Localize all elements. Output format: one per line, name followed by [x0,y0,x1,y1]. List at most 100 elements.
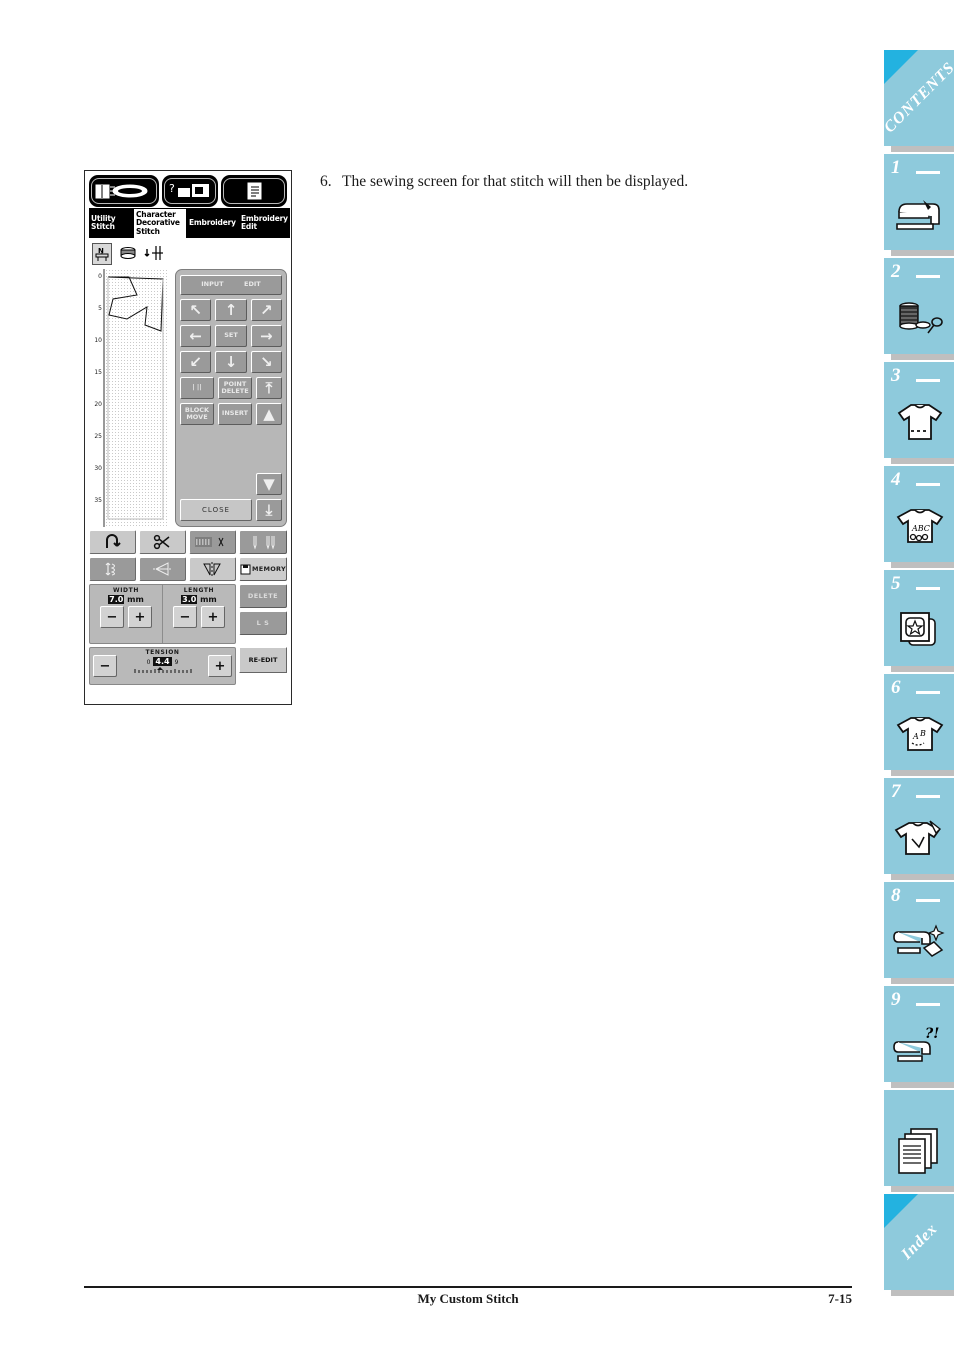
dash-icon [916,795,940,798]
single-double-point-button[interactable]: | || [180,377,214,399]
arrow-left-button[interactable]: ← [180,325,212,347]
tension-value: 4.4 [153,657,172,666]
sidebar-tab-number: 5 [891,573,901,594]
lcd-workspace: 0 5 10 15 20 25 30 35 INPUT EDIT ↖ ↑ ↗ ←… [89,269,287,527]
stitch-pattern-icon-button[interactable] [188,530,236,554]
delete-button[interactable]: DELETE [238,584,287,608]
sidebar-tab-8[interactable]: 8 [884,882,954,978]
tension-values: 0 4.4 9 [146,657,178,666]
sidebar-tab-number: 7 [891,781,901,802]
sewing-machine-icon [884,183,954,245]
thread-cutter-icon-button[interactable] [138,530,186,554]
width-minus-button[interactable]: − [99,606,124,628]
sidebar-tab-5[interactable]: 5 [884,570,954,666]
svg-text:?: ? [169,182,175,195]
instruction-text: The sewing screen for that stitch will t… [342,173,689,190]
arrow-up-button[interactable]: ↑ [215,299,247,321]
edit-action-rows: | || BLOCK MOVE POINT DELETE INSERT ⤒ ▲ [180,377,282,425]
length-minus-button[interactable]: − [172,606,197,628]
reverse-stitch-icon-button[interactable] [89,530,136,554]
arrow-down-right-button[interactable]: ↘ [250,351,282,373]
ruler-mark: 20 [94,401,102,408]
sidebar-tab-3[interactable]: 3 [884,362,954,458]
tension-minus-button[interactable]: − [93,655,117,677]
instruction-number: 6. [320,173,332,190]
tool-right-column: MEMORY DELETE L S [238,530,287,644]
scroll-down-button[interactable]: ▼ [256,473,282,495]
insert-button[interactable]: INSERT [218,403,252,425]
tshirt-stitch-icon [884,391,954,453]
reverse-stitch-icon [106,534,122,548]
sidebar-tab-number: 2 [891,261,901,282]
sidebar-tab-1[interactable]: 1 [884,154,954,250]
tab-embroidery[interactable]: Embroidery [187,208,239,238]
tension-plus-button[interactable]: + [208,655,232,677]
sidebar-tab-index[interactable]: Index [884,1194,954,1290]
sidebar-tab-number: 4 [891,469,901,490]
width-label: WIDTH [113,587,139,594]
tshirt-abc-icon: ABC [884,495,954,557]
stitch-pattern-icon [195,537,224,547]
arrow-down-left-button[interactable]: ↙ [180,351,212,373]
sidebar-tab-6[interactable]: 6 A B [884,674,954,770]
index-label: Index [898,1220,941,1263]
memory-button[interactable]: MEMORY [238,557,287,581]
tool-row-2 [89,557,236,581]
sidebar-tab-number: 3 [891,365,901,386]
tab-character-decorative-stitch[interactable]: Character Decorative Stitch [133,208,187,238]
arrow-up-right-button[interactable]: ↗ [250,299,282,321]
tension-row: TENSION − 0 4.4 9 + RE-EDIT [89,647,287,685]
set-button[interactable]: SET [215,325,247,347]
sidebar-tab-number: 9 [891,989,901,1010]
width-control: WIDTH 7.0 mm − + [90,585,162,643]
sidebar-tab-appendix[interactable] [884,1090,954,1186]
length-value-row: 3.0 mm [181,595,217,604]
tab-utility-stitch[interactable]: Utility Stitch [89,208,133,238]
ls-button[interactable]: L S [238,611,287,635]
length-unit: mm [200,595,217,604]
scroll-top-button[interactable]: ⤒ [256,377,282,399]
tension-label: TENSION [145,649,180,656]
tshirt-letters-icon: A B [884,703,954,765]
scroll-bottom-button[interactable]: ⤓ [256,499,282,521]
scroll-up-button[interactable]: ▲ [256,403,282,425]
ruler-mark: 25 [94,433,102,440]
ruler-mark: 0 [98,273,102,280]
sidebar-tab-4[interactable]: 4 ABC [884,466,954,562]
arrow-right-button[interactable]: → [250,325,282,347]
arrow-up-left-button[interactable]: ↖ [180,299,212,321]
tension-min: 0 [146,659,151,666]
document-icon-button[interactable] [221,175,287,207]
needle-down-icon [144,246,163,260]
manual-icon-button[interactable] [89,175,159,207]
arrow-row-middle: ← SET → [180,325,282,347]
sidebar-tab-contents[interactable]: CONTENTS [881,50,954,146]
footer-divider [84,1286,852,1288]
stitch-preview-canvas[interactable] [103,269,169,527]
thread-spool-icon [884,287,954,349]
block-move-button[interactable]: BLOCK MOVE [180,403,214,425]
arrow-down-button[interactable]: ↓ [215,351,247,373]
elongation-icon-button[interactable] [89,557,136,581]
re-edit-button[interactable]: RE-EDIT [239,647,287,673]
help-machine-icon: ? [164,178,216,204]
length-stepper: − + [172,606,225,628]
twin-needle-icon-button[interactable] [238,530,287,554]
width-plus-button[interactable]: + [127,606,152,628]
stitch-ruler: 0 5 10 15 20 25 30 35 [89,269,103,527]
close-button[interactable]: CLOSE [180,499,252,521]
lcd-status-row: N [89,238,287,267]
help-machine-icon-button[interactable]: ? [162,175,218,207]
tool-row-1 [89,530,236,554]
point-delete-button[interactable]: POINT DELETE [218,377,252,399]
input-edit-button[interactable]: INPUT EDIT [180,275,282,295]
tool-left-column: WIDTH 7.0 mm − + LENGTH 3.0 mm − + [89,530,236,644]
dash-icon [916,587,940,590]
sidebar-tab-9[interactable]: 9 ?! [884,986,954,1082]
tab-embroidery-edit[interactable]: Embroidery Edit [239,208,290,238]
sidebar-tab-2[interactable]: 2 [884,258,954,354]
length-plus-button[interactable]: + [200,606,225,628]
mirror-horizontal-icon-button[interactable] [138,557,186,581]
sidebar-tab-7[interactable]: 7 [884,778,954,874]
mirror-vertical-icon-button[interactable] [188,557,236,581]
